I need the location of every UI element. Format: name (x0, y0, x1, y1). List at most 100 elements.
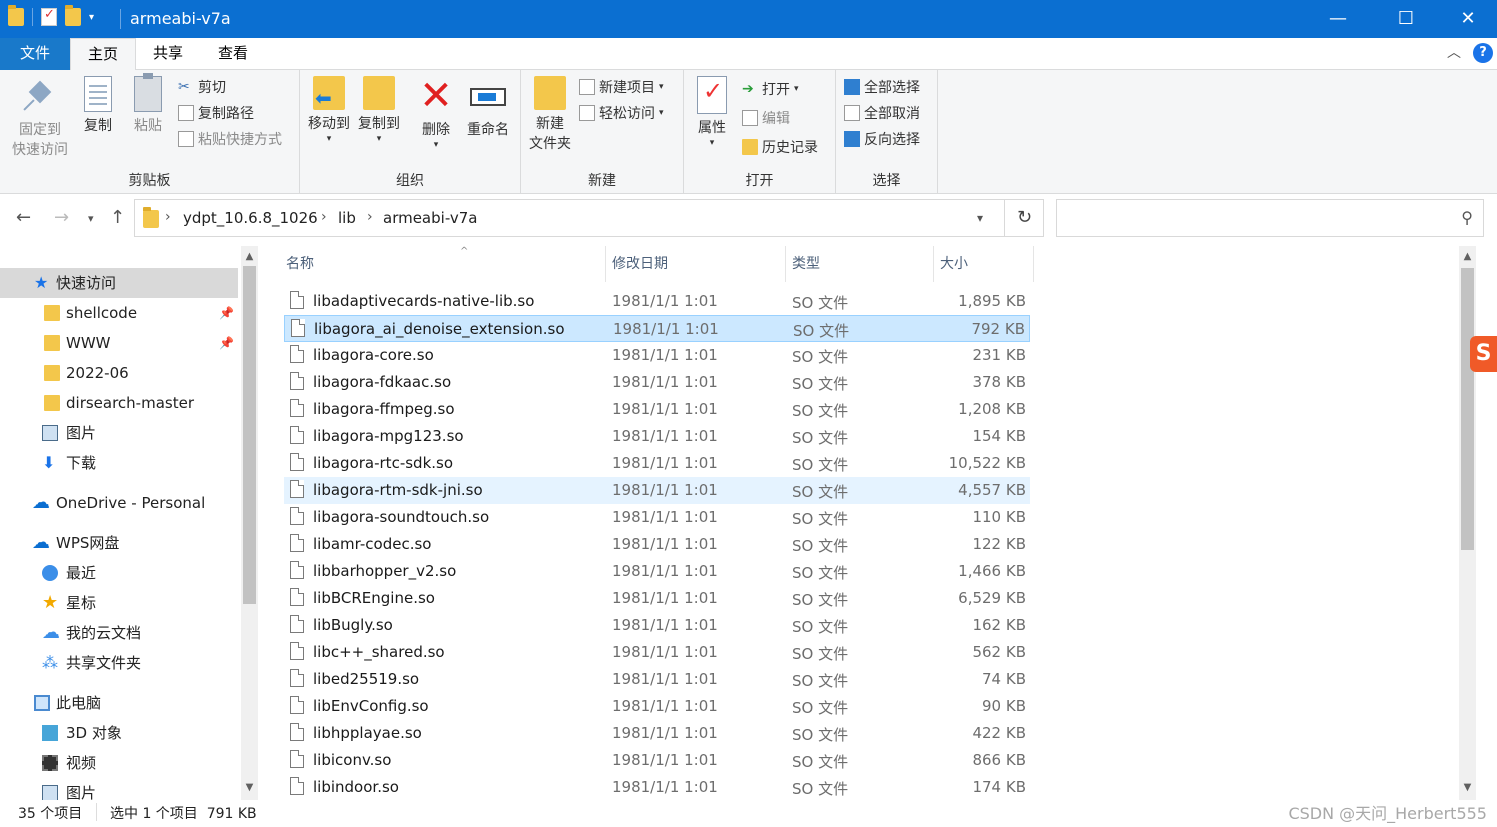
new-folder-button[interactable]: 新建 文件夹 (527, 76, 573, 154)
file-row[interactable]: libagora_ai_denoise_extension.so 1981/1/1… (284, 315, 1030, 342)
paste-button[interactable]: 粘贴 (128, 73, 168, 136)
refresh-icon[interactable]: ↻ (1004, 200, 1044, 236)
pin-to-quick-access-button[interactable]: 固定到 快速访问 (8, 76, 72, 160)
recent-locations-icon[interactable]: ▾ (88, 212, 94, 225)
sidebar-item-quick-access[interactable]: ★ 快速访问 (0, 268, 238, 298)
copy-button[interactable]: 复制 (78, 76, 118, 136)
up-icon[interactable]: ↑ (110, 207, 125, 228)
column-header-date[interactable]: 修改日期 (606, 246, 786, 282)
file-row[interactable]: libagora-fdkaac.so 1981/1/1 1:01 SO 文件 378 … (284, 369, 1030, 396)
file-row[interactable]: libEnvConfig.so 1981/1/1 1:01 SO 文件 90 KB (284, 693, 1030, 720)
open-button[interactable]: ➔ 打开 ▾ (742, 78, 799, 100)
breadcrumb[interactable]: lib (338, 209, 356, 227)
chevron-right-icon[interactable]: › (367, 209, 373, 225)
scroll-up-icon[interactable]: ▲ (1459, 248, 1476, 265)
scroll-down-icon[interactable]: ▼ (1459, 779, 1476, 796)
properties-button[interactable]: 属性 ▾ (692, 76, 732, 148)
tab-share[interactable]: 共享 (137, 38, 199, 70)
edit-button[interactable]: 编辑 (742, 107, 790, 129)
delete-button[interactable]: ✕ 删除 ▾ (418, 76, 454, 150)
breadcrumb[interactable]: armeabi-v7a (383, 209, 477, 227)
sidebar-item-www[interactable]: WWW 📌 (0, 328, 238, 358)
copy-path-button[interactable]: 复制路径 (178, 102, 254, 124)
collapse-ribbon-icon[interactable]: ︿ (1447, 42, 1461, 62)
sidebar-item-wps[interactable]: ☁ WPS网盘 (0, 528, 238, 558)
file-row[interactable]: libagora-ffmpeg.so 1981/1/1 1:01 SO 文件 1,20… (284, 396, 1030, 423)
sidebar-item-2022-06[interactable]: 2022-06 (0, 358, 238, 388)
file-list-scrollbar[interactable]: ▲ ▼ (1459, 246, 1476, 800)
sidebar-item-dirsearch[interactable]: dirsearch-master (0, 388, 238, 418)
file-row[interactable]: libBCREngine.so 1981/1/1 1:01 SO 文件 6,529 K… (284, 585, 1030, 612)
file-row[interactable]: libbarhopper_v2.so 1981/1/1 1:01 SO 文件 1,46… (284, 558, 1030, 585)
sidebar-scrollbar[interactable]: ▲ ▼ (241, 246, 258, 800)
sidebar-item-recent[interactable]: 最近 (0, 558, 238, 588)
copy-to-button[interactable]: 复制到 ▾ (356, 76, 402, 144)
file-row[interactable]: libagora-soundtouch.so 1981/1/1 1:01 SO 文件… (284, 504, 1030, 531)
invert-selection-button[interactable]: 反向选择 (844, 128, 920, 150)
new-folder-icon[interactable] (65, 5, 81, 26)
chevron-right-icon[interactable]: › (321, 209, 327, 225)
scroll-down-icon[interactable]: ▼ (241, 779, 258, 796)
file-row[interactable]: libamr-codec.so 1981/1/1 1:01 SO 文件 122 KB (284, 531, 1030, 558)
tab-file[interactable]: 文件 (0, 38, 70, 70)
properties-icon[interactable] (41, 7, 57, 26)
select-none-button[interactable]: 全部取消 (844, 102, 920, 124)
file-row[interactable]: libhpplayae.so 1981/1/1 1:01 SO 文件 422 KB (284, 720, 1030, 747)
sidebar-item-pictures-pc[interactable]: 图片 (0, 778, 238, 800)
move-to-button[interactable]: 移动到 ▾ (306, 76, 352, 144)
scrollbar-thumb[interactable] (243, 266, 256, 604)
maximize-button[interactable]: ☐ (1383, 0, 1429, 38)
ime-badge-icon[interactable]: S (1470, 336, 1497, 372)
sidebar-item-shared-folder[interactable]: ⁂ 共享文件夹 (0, 648, 238, 678)
sidebar-item-starred[interactable]: ★ 星标 (0, 588, 238, 618)
tab-home[interactable]: 主页 (70, 38, 136, 70)
pin-icon[interactable]: 📌 (219, 328, 234, 358)
help-icon[interactable]: ? (1473, 43, 1493, 63)
column-header-size[interactable]: 大小 (934, 246, 1034, 282)
scrollbar-thumb[interactable] (1461, 268, 1474, 550)
back-icon[interactable]: ← (16, 207, 31, 228)
column-header-type[interactable]: 类型 (786, 246, 934, 282)
minimize-button[interactable]: — (1315, 0, 1361, 38)
pictures-icon (42, 785, 58, 800)
chevron-down-icon[interactable]: ▾ (977, 211, 983, 225)
sidebar-item-videos[interactable]: 视频 (0, 748, 238, 778)
folder-icon (44, 335, 60, 351)
file-row[interactable]: libagora-core.so 1981/1/1 1:01 SO 文件 231 KB (284, 342, 1030, 369)
file-row[interactable]: libiconv.so 1981/1/1 1:01 SO 文件 866 KB (284, 747, 1030, 774)
file-row[interactable]: libc++_shared.so 1981/1/1 1:01 SO 文件 562 KB (284, 639, 1030, 666)
file-row[interactable]: libadaptivecards-native-lib.so 1981/1/1 1… (284, 288, 1030, 315)
file-row[interactable]: libagora-rtm-sdk-jni.so 1981/1/1 1:01 SO 文… (284, 477, 1030, 504)
paste-shortcut-button[interactable]: 粘贴快捷方式 (178, 128, 282, 150)
breadcrumb[interactable]: ydpt_10.6.8_1026 (183, 209, 318, 227)
select-all-button[interactable]: 全部选择 (844, 76, 920, 98)
file-row[interactable]: libagora-mpg123.so 1981/1/1 1:01 SO 文件 154 … (284, 423, 1030, 450)
tab-view[interactable]: 查看 (200, 38, 266, 70)
sidebar-item-cloud-docs[interactable]: ☁ 我的云文档 (0, 618, 238, 648)
new-item-button[interactable]: 新建项目 ▾ (579, 76, 664, 98)
sidebar-item-shellcode[interactable]: shellcode 📌 (0, 298, 238, 328)
cut-button[interactable]: ✂ 剪切 (178, 76, 226, 98)
sidebar-item-this-pc[interactable]: 此电脑 (0, 688, 238, 718)
customize-toolbar-icon[interactable]: ▾ (89, 12, 94, 23)
file-type: SO 文件 (792, 753, 849, 771)
file-row[interactable]: libagora-rtc-sdk.so 1981/1/1 1:01 SO 文件 10,… (284, 450, 1030, 477)
file-row[interactable]: libed25519.so 1981/1/1 1:01 SO 文件 74 KB (284, 666, 1030, 693)
rename-button[interactable]: 重命名 (464, 76, 512, 140)
scroll-up-icon[interactable]: ▲ (241, 248, 258, 265)
file-row[interactable]: libindoor.so 1981/1/1 1:01 SO 文件 174 KB (284, 774, 1030, 800)
sidebar-item-pictures[interactable]: 图片 (0, 418, 238, 448)
chevron-right-icon[interactable]: › (165, 209, 171, 225)
sidebar-item-onedrive[interactable]: ☁ OneDrive - Personal (0, 488, 238, 518)
column-header-name[interactable]: 名称 ^ (284, 246, 606, 282)
history-button[interactable]: 历史记录 (742, 136, 818, 158)
file-row[interactable]: libBugly.so 1981/1/1 1:01 SO 文件 162 KB (284, 612, 1030, 639)
sidebar-item-3d-objects[interactable]: 3D 对象 (0, 718, 238, 748)
address-bar[interactable]: › ydpt_10.6.8_1026 › lib › armeabi-v7a ▾ (134, 199, 1044, 237)
search-input[interactable]: ⚲ (1056, 199, 1484, 237)
sidebar-item-downloads[interactable]: ⬇ 下载 (0, 448, 238, 478)
forward-icon[interactable]: → (54, 207, 69, 228)
close-button[interactable]: ✕ (1445, 0, 1491, 38)
easy-access-button[interactable]: 轻松访问 ▾ (579, 102, 664, 124)
pin-icon[interactable]: 📌 (219, 298, 234, 328)
